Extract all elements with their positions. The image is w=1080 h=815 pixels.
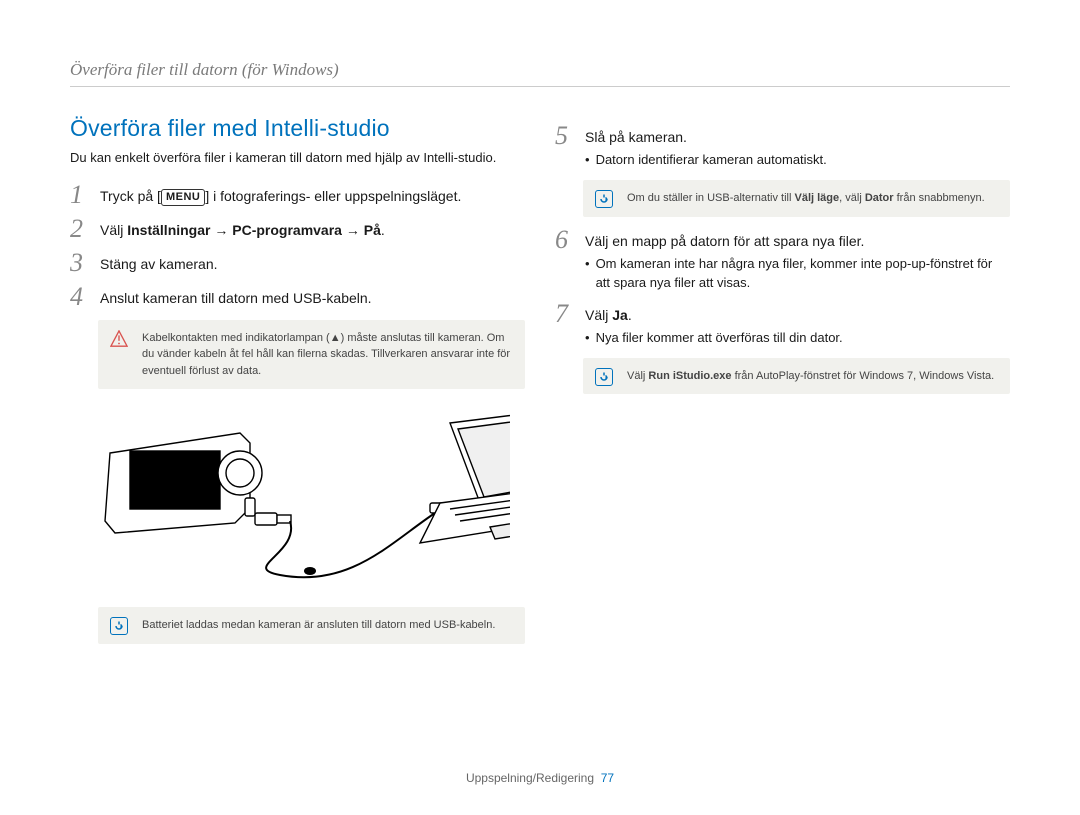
intro-text: Du kan enkelt överföra filer i kameran t… (70, 148, 525, 168)
info-text: Batteriet laddas medan kameran är anslut… (142, 619, 495, 631)
warning-note: Kabelkontakten med indikatorlampan (▲) m… (98, 320, 525, 390)
step-number: 1 (70, 182, 90, 208)
step-body: Anslut kameran till datorn med USB-kabel… (100, 284, 372, 308)
note-suffix: från AutoPlay-fönstret för Windows 7, Wi… (732, 370, 995, 382)
step-4: 4 Anslut kameran till datorn med USB-kab… (70, 284, 525, 310)
info-icon (595, 190, 613, 208)
bullet-text: Datorn identifierar kameran automatiskt. (596, 151, 827, 170)
info-note-autoplay: Välj Run iStudio.exe från AutoPlay-fönst… (583, 358, 1010, 395)
page-footer: Uppspelning/Redigering 77 (0, 771, 1080, 785)
bullet-text: Om kameran inte har några nya filer, kom… (596, 255, 1010, 293)
note-mid: , välj (839, 192, 865, 204)
left-column: Överföra filer med Intelli-studio Du kan… (70, 115, 525, 654)
camera-laptop-illustration (90, 403, 510, 593)
step-text-prefix: Välj (585, 307, 612, 323)
info-note-usb: Om du ställer in USB-alternativ till Väl… (583, 180, 1010, 217)
step-text: Välj en mapp på datorn för att spara nya… (585, 233, 864, 249)
warning-icon (110, 330, 128, 348)
step-body: Välj Inställningar → PC-programvara → På… (100, 216, 385, 240)
step-3: 3 Stäng av kameran. (70, 250, 525, 276)
step-text-suffix: . (381, 222, 385, 238)
step-number: 4 (70, 284, 90, 310)
note-suffix: från snabbmenyn. (894, 192, 985, 204)
step-text: Slå på kameran. (585, 129, 687, 145)
page-number: 77 (601, 771, 614, 785)
right-column: 5 Slå på kameran. Datorn identifierar ka… (555, 115, 1010, 654)
page-header: Överföra filer till datorn (för Windows) (70, 60, 1010, 87)
note-bold: Dator (865, 192, 894, 204)
step-2: 2 Välj Inställningar → PC-programvara → … (70, 216, 525, 242)
info-text: Om du ställer in USB-alternativ till Väl… (627, 192, 985, 204)
step-text-suffix: ] i fotograferings- eller uppspelningslä… (205, 188, 461, 204)
menu-button-label: MENU (161, 189, 205, 207)
content-columns: Överföra filer med Intelli-studio Du kan… (70, 115, 1010, 654)
step-bullet: Datorn identifierar kameran automatiskt. (585, 151, 827, 170)
step-number: 6 (555, 227, 575, 253)
step-body: Välj Ja. Nya filer kommer att överföras … (585, 301, 843, 348)
step-5: 5 Slå på kameran. Datorn identifierar ka… (555, 123, 1010, 170)
step-text-prefix: Tryck på [ (100, 188, 161, 204)
step-text-bold: Inställningar → PC-programvara → På (127, 222, 381, 238)
step-number: 5 (555, 123, 575, 149)
step-bullet: Om kameran inte har några nya filer, kom… (585, 255, 1010, 293)
step-body: Slå på kameran. Datorn identifierar kame… (585, 123, 827, 170)
note-bold: Välj läge (795, 192, 840, 204)
step-number: 7 (555, 301, 575, 327)
section-heading: Överföra filer med Intelli-studio (70, 115, 525, 142)
step-text-suffix: . (628, 307, 632, 323)
note-bold: Run iStudio.exe (648, 370, 731, 382)
step-body: Välj en mapp på datorn för att spara nya… (585, 227, 1010, 293)
step-body: Stäng av kameran. (100, 250, 218, 274)
warning-text: Kabelkontakten med indikatorlampan (▲) m… (142, 332, 510, 377)
footer-section: Uppspelning/Redigering (466, 771, 594, 785)
step-text-bold: Ja (612, 307, 628, 323)
info-icon (595, 368, 613, 386)
step-1: 1 Tryck på [MENU] i fotograferings- elle… (70, 182, 525, 208)
note-prefix: Om du ställer in USB-alternativ till (627, 192, 795, 204)
step-number: 2 (70, 216, 90, 242)
step-bullet: Nya filer kommer att överföras till din … (585, 329, 843, 348)
step-number: 3 (70, 250, 90, 276)
info-text: Välj Run iStudio.exe från AutoPlay-fönst… (627, 370, 994, 382)
note-prefix: Välj (627, 370, 648, 382)
bullet-text: Nya filer kommer att överföras till din … (596, 329, 843, 348)
step-text-prefix: Välj (100, 222, 127, 238)
step-6: 6 Välj en mapp på datorn för att spara n… (555, 227, 1010, 293)
info-icon (110, 617, 128, 635)
step-7: 7 Välj Ja. Nya filer kommer att överföra… (555, 301, 1010, 348)
info-note-battery: Batteriet laddas medan kameran är anslut… (98, 607, 525, 644)
step-body: Tryck på [MENU] i fotograferings- eller … (100, 182, 461, 207)
